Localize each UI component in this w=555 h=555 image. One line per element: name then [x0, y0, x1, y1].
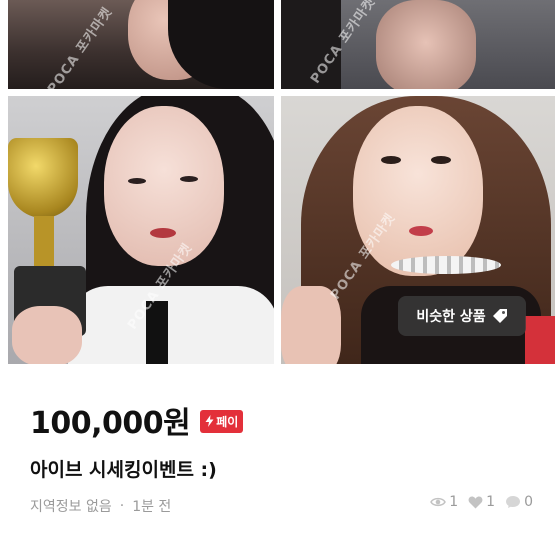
tag-icon	[492, 309, 507, 323]
pay-badge-label: 페이	[216, 414, 239, 429]
like-count-value: 1	[486, 494, 496, 510]
view-count: 1	[430, 494, 458, 510]
product-photo-3[interactable]: POCA 포카마켓	[8, 96, 274, 364]
heart-icon	[468, 496, 483, 508]
posted-time: 1분 전	[132, 499, 172, 515]
trophy-image	[8, 138, 78, 218]
view-count-value: 1	[449, 494, 459, 510]
location-text: 지역정보 없음	[30, 499, 112, 515]
product-photo-2[interactable]: POCA 포카마켓	[281, 0, 555, 89]
lightning-icon	[205, 415, 214, 427]
chat-bubble-icon	[506, 496, 521, 508]
product-price: 100,000원	[30, 406, 191, 441]
eye-icon	[430, 497, 447, 507]
product-detail-page: POCA 포카마켓 POCA 포카마켓 POCA 포카마켓 POCA 포카마켓	[0, 0, 555, 555]
chat-count-value: 0	[524, 494, 533, 510]
product-title: 아이브 시세킹이벤트 :)	[30, 459, 217, 481]
like-count[interactable]: 1	[468, 494, 495, 510]
watermark-text: POCA 포카마켓	[45, 4, 116, 89]
product-photo-1[interactable]: POCA 포카마켓	[8, 0, 274, 89]
pay-badge: 페이	[200, 409, 244, 433]
price-row: 100,000원 페이	[30, 398, 244, 442]
product-meta: 지역정보 없음 · 1분 전	[30, 496, 171, 516]
product-stats: 1 1 0	[430, 494, 533, 510]
similar-products-button[interactable]: 비슷한 상품	[398, 296, 526, 336]
meta-separator: ·	[119, 498, 125, 514]
similar-products-label: 비슷한 상품	[416, 309, 486, 325]
chat-count: 0	[505, 494, 533, 510]
